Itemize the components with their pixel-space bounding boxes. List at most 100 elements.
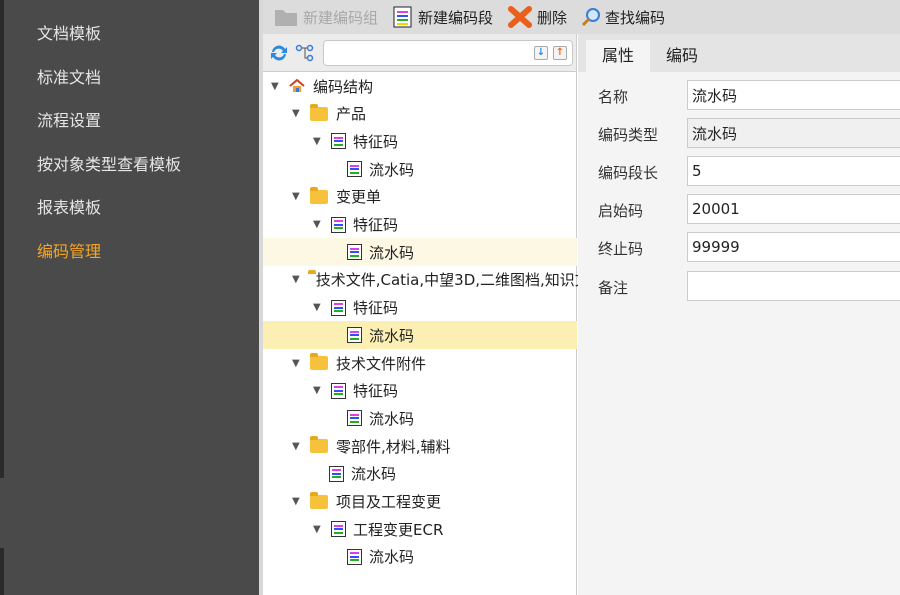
expand-arrow-icon[interactable]: ▼ (313, 385, 323, 396)
sidebar-item[interactable]: 按对象类型查看模板 (37, 151, 181, 175)
sidebar: 文档模板标准文档流程设置按对象类型查看模板 报表模板编码管理 (0, 0, 259, 595)
delete-button[interactable]: 删除 (503, 2, 571, 32)
field-label: 名称 (598, 88, 629, 106)
expand-arrow-icon[interactable]: ▼ (313, 136, 323, 147)
tree-node-label: 流水码 (369, 243, 415, 262)
sidebar-item[interactable]: 标准文档 (37, 64, 101, 88)
refresh-icon[interactable] (269, 43, 289, 63)
tree-node[interactable]: ▼ 零部件,材料,辅料 (263, 432, 577, 460)
expand-arrow-icon[interactable]: ▼ (292, 108, 302, 119)
sidebar-edge (0, 548, 4, 595)
tree-search-input[interactable] (324, 40, 524, 65)
expand-arrow-icon[interactable]: ▼ (292, 274, 300, 285)
tree-node[interactable]: 流水码 (263, 404, 577, 432)
home-icon (289, 79, 305, 92)
tree-node-label: 编码结构 (313, 77, 374, 96)
tree-node[interactable]: 流水码 (263, 460, 577, 488)
tree-node-label: 技术文件,Catia,中望3D,二维图档,知识文档 (315, 271, 605, 290)
tree-node-label: 特征码 (353, 299, 399, 318)
sidebar-edge (0, 0, 4, 478)
code-segment-icon (347, 244, 362, 261)
field-label: 编码类型 (598, 126, 659, 144)
code-segment-icon (329, 465, 344, 482)
arrow-up-icon[interactable]: ↑ (553, 45, 567, 60)
tree-node-label: 流水码 (369, 409, 415, 428)
field-input[interactable] (687, 232, 900, 262)
field-input[interactable] (687, 271, 900, 301)
new-segment-button[interactable]: 新建编码段 (388, 2, 497, 32)
tree-node-label: 流水码 (351, 465, 397, 484)
properties-panel: 属性 编码 名称编码类型编码段长启始码终止码备注 (578, 34, 900, 595)
tree-node[interactable]: ▼ 技术文件附件 (263, 349, 577, 377)
expand-arrow-icon[interactable]: ▼ (292, 191, 302, 202)
tree-node[interactable]: ▼ 产品 (263, 100, 577, 128)
new-group-button[interactable]: 新建编码组 (269, 2, 382, 32)
tree-node[interactable]: ▼ 工程变更ECR (263, 515, 577, 543)
arrow-down-icon[interactable]: ↓ (534, 45, 548, 60)
sidebar-item[interactable]: 流程设置 (37, 107, 101, 131)
tree-node-label: 项目及工程变更 (336, 493, 442, 511)
field-input[interactable] (687, 80, 900, 110)
tree-node[interactable]: 流水码 (263, 543, 577, 571)
tree-node-label: 零部件,材料,辅料 (336, 437, 451, 456)
tab-properties[interactable]: 属性 (586, 40, 651, 72)
expand-arrow-icon[interactable]: ▼ (313, 219, 323, 230)
expand-arrow-icon[interactable]: ▼ (313, 302, 323, 313)
tab-codes[interactable]: 编码 (650, 40, 714, 72)
folder-icon (310, 353, 328, 370)
tree-node[interactable]: ▼ 特征码 (263, 294, 577, 322)
sidebar-item[interactable]: 编码管理 (37, 238, 101, 262)
hierarchy-icon[interactable] (295, 43, 315, 63)
tree-node[interactable]: ▼ 项目及工程变更 (263, 488, 577, 516)
find-code-label: 查找编码 (605, 8, 666, 27)
folder-icon (310, 491, 328, 509)
tree-node[interactable]: ▼ 编码结构 (263, 72, 577, 100)
tree-node[interactable]: 流水码 (263, 155, 577, 183)
tree-node[interactable]: ▼ 特征码 (263, 127, 577, 155)
code-segment-icon (331, 521, 346, 538)
tree-node-label: 流水码 (369, 160, 415, 179)
field-label: 启始码 (598, 202, 644, 220)
code-segment-icon (331, 382, 346, 399)
field-input (687, 118, 900, 148)
sidebar-item[interactable]: 报表模板 (37, 194, 101, 218)
find-code-button[interactable]: 查找编码 (577, 2, 669, 32)
tree-toolbar: ↓ ↑ (263, 34, 576, 72)
folder-icon (310, 186, 328, 204)
folder-icon (273, 6, 299, 28)
tree-node[interactable]: 流水码 (263, 321, 577, 350)
expand-arrow-icon[interactable]: ▼ (313, 524, 323, 535)
expand-arrow-icon[interactable]: ▼ (292, 358, 302, 369)
code-segment-icon (331, 133, 346, 150)
tree-node-label: 技术文件附件 (336, 354, 427, 373)
document-list-icon (392, 5, 414, 29)
tree-node-label: 流水码 (369, 326, 415, 345)
field-input[interactable] (687, 156, 900, 186)
tab-bar: 属性 编码 (578, 34, 900, 72)
delete-label: 删除 (537, 8, 568, 27)
code-segment-icon (331, 216, 346, 233)
code-tree-panel: ↓ ↑ ▼ 编码结构 ▼ 产品 ▼ 特征码 流水码 ▼ 变更单 ▼ 特征码 流水码 ▼ 技术文件,Cati… (263, 34, 605, 595)
code-segment-icon (347, 548, 362, 565)
code-segment-icon (347, 161, 362, 178)
tree-node-label: 特征码 (353, 132, 399, 151)
tree-node[interactable]: ▼ 变更单 (263, 183, 577, 211)
code-segment-icon (331, 299, 346, 316)
toolbar: 新建编码组 新建编码段 删除 查找编码 (263, 0, 900, 34)
new-group-label: 新建编码组 (303, 8, 379, 27)
sidebar-item[interactable]: 文档模板 (37, 20, 101, 44)
tree-node-label: 特征码 (353, 216, 399, 234)
code-segment-icon (347, 410, 362, 427)
tree-node[interactable]: ▼ 特征码 (263, 211, 577, 239)
tree-search-field: ↓ ↑ (323, 39, 573, 66)
folder-icon (310, 103, 328, 121)
expand-arrow-icon[interactable]: ▼ (292, 441, 302, 452)
field-label: 终止码 (598, 240, 644, 258)
tree-node[interactable]: ▼ 特征码 (263, 377, 577, 405)
field-label: 编码段长 (598, 164, 659, 182)
expand-arrow-icon[interactable]: ▼ (271, 81, 281, 92)
expand-arrow-icon[interactable]: ▼ (292, 496, 302, 507)
tree-node[interactable]: 流水码 (263, 238, 577, 267)
tree-node[interactable]: ▼ 技术文件,Catia,中望3D,二维图档,知识文档 (263, 266, 605, 294)
field-input[interactable] (687, 194, 900, 224)
